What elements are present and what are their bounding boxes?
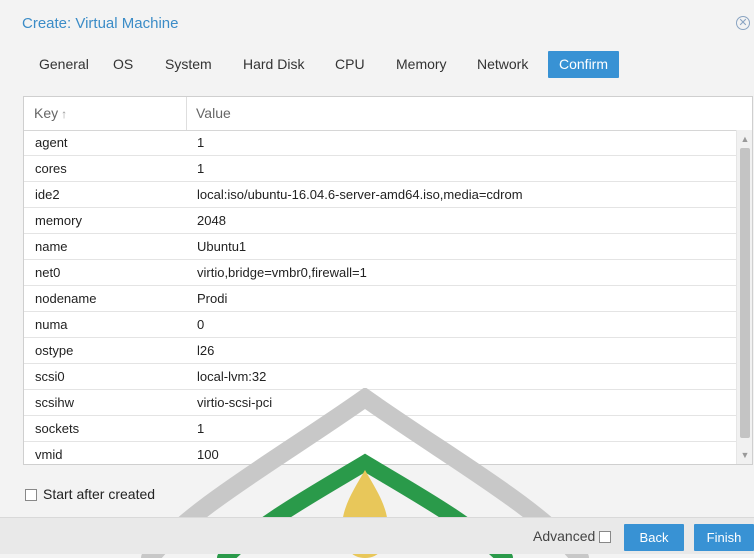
advanced-checkbox[interactable] <box>599 531 612 544</box>
row-value: 1 <box>197 161 205 176</box>
row-key: agent <box>35 135 68 150</box>
scroll-down-icon[interactable]: ▼ <box>737 448 752 462</box>
grid-scrollbar[interactable]: ▲ ▼ <box>736 130 752 464</box>
finish-button[interactable]: Finish <box>694 524 754 551</box>
scroll-up-icon[interactable]: ▲ <box>737 132 752 146</box>
table-row[interactable]: sockets 1 <box>24 416 736 442</box>
row-value: 100 <box>197 447 219 462</box>
row-value: local-lvm:32 <box>197 369 267 384</box>
row-key: ostype <box>35 343 74 358</box>
tab-cpu[interactable]: CPU <box>335 51 365 78</box>
row-key: numa <box>35 317 68 332</box>
table-row[interactable]: cores 1 <box>24 156 736 182</box>
close-icon[interactable]: ✕ <box>736 16 750 30</box>
row-value: 1 <box>197 135 205 150</box>
row-key: vmid <box>35 447 63 462</box>
row-value: l26 <box>197 343 215 358</box>
tab-system[interactable]: System <box>165 51 212 78</box>
row-key: sockets <box>35 421 80 436</box>
start-after-created-option[interactable]: Start after created <box>25 486 155 502</box>
row-key: memory <box>35 213 82 228</box>
table-row[interactable]: ostype l26 <box>24 338 736 364</box>
row-key: net0 <box>35 265 61 280</box>
row-value: 1 <box>197 421 205 436</box>
tab-general[interactable]: General <box>39 51 89 78</box>
dialog-footer: Advanced Back Finish <box>0 517 754 554</box>
column-header-value[interactable]: Value <box>196 97 231 130</box>
row-key: nodename <box>35 291 97 306</box>
confirm-grid: Key ↑ Value agent 1 cores 1 ide2 local:iso/u… <box>23 96 753 465</box>
tab-hard-disk[interactable]: Hard Disk <box>243 51 304 78</box>
column-header-key-label: Key <box>34 105 59 121</box>
grid-header: Key ↑ Value <box>24 97 736 131</box>
advanced-label: Advanced <box>533 528 596 544</box>
row-value: Ubuntu1 <box>197 239 247 254</box>
row-key: scsihw <box>35 395 75 410</box>
table-row[interactable]: agent 1 <box>24 130 736 156</box>
table-row[interactable]: vmid 100 <box>24 442 736 464</box>
dialog-title: Create: Virtual Machine <box>22 15 179 32</box>
table-row[interactable]: memory 2048 <box>24 208 736 234</box>
grid-rows: agent 1 cores 1 ide2 local:iso/ubuntu-16.04… <box>24 130 736 464</box>
tab-confirm[interactable]: Confirm <box>548 51 620 78</box>
arrow-up-icon: ↑ <box>61 107 68 121</box>
dialog-titlebar: Create: Virtual Machine ✕ <box>0 0 754 46</box>
tab-os[interactable]: OS <box>113 51 133 78</box>
row-value: Prodi <box>197 291 228 306</box>
advanced-option[interactable]: Advanced <box>533 528 612 544</box>
row-value: virtio,bridge=vmbr0,firewall=1 <box>197 265 367 280</box>
start-after-created-checkbox[interactable] <box>25 489 37 502</box>
row-value: local:iso/ubuntu-16.04.6-server-amd64.is… <box>197 187 523 202</box>
row-value: 0 <box>197 317 205 332</box>
table-row[interactable]: scsi0 local-lvm:32 <box>24 364 736 390</box>
back-button[interactable]: Back <box>624 524 684 551</box>
row-key: name <box>35 239 68 254</box>
row-value: 2048 <box>197 213 226 228</box>
scrollbar-thumb[interactable] <box>740 148 750 438</box>
row-value: virtio-scsi-pci <box>197 395 273 410</box>
table-row[interactable]: numa 0 <box>24 312 736 338</box>
row-key: cores <box>35 161 67 176</box>
table-row[interactable]: name Ubuntu1 <box>24 234 736 260</box>
row-key: scsi0 <box>35 369 65 384</box>
start-after-created-label: Start after created <box>43 486 156 502</box>
table-row[interactable]: scsihw virtio-scsi-pci <box>24 390 736 416</box>
tab-memory[interactable]: Memory <box>396 51 447 78</box>
table-row[interactable]: ide2 local:iso/ubuntu-16.04.6-server-amd6… <box>24 182 736 208</box>
table-row[interactable]: net0 virtio,bridge=vmbr0,firewall=1 <box>24 260 736 286</box>
column-divider[interactable] <box>186 97 187 130</box>
column-header-key[interactable]: Key ↑ <box>34 97 184 130</box>
table-row[interactable]: nodename Prodi <box>24 286 736 312</box>
row-key: ide2 <box>35 187 60 202</box>
tab-network[interactable]: Network <box>477 51 528 78</box>
